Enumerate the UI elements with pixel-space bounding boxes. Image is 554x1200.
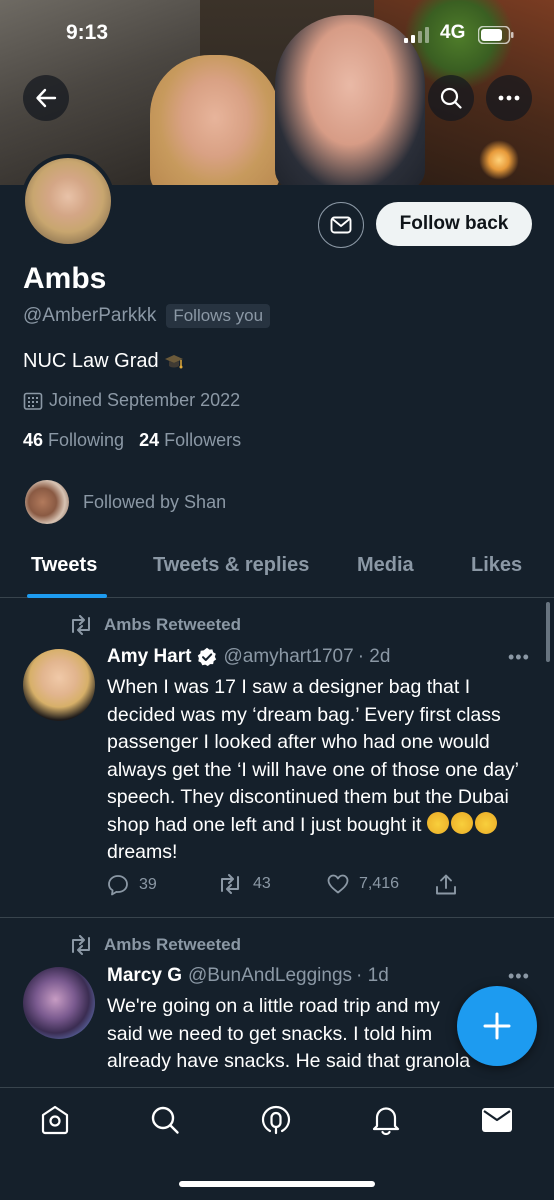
profile-handle: @AmberParkkk (23, 305, 157, 326)
tweet-text-line: already have snacks. He said that granol… (107, 1050, 471, 1072)
tweet-author-name[interactable]: Amy Hart (107, 646, 191, 668)
follow-stats: 46 Following 24 Followers (23, 430, 256, 451)
envelope-icon (482, 1108, 512, 1132)
like-count: 7,416 (359, 875, 400, 892)
tweet-author-avatar[interactable] (23, 967, 95, 1039)
tab-tweets[interactable]: Tweets (31, 554, 97, 577)
tab-media[interactable]: Media (357, 554, 414, 577)
nav-search[interactable] (147, 1102, 183, 1138)
nav-notifications[interactable] (368, 1102, 404, 1138)
nav-home[interactable] (37, 1102, 73, 1138)
tweet-text: When I was 17 I saw a designer bag that … (107, 674, 527, 867)
verified-badge-icon (198, 647, 217, 666)
share-button[interactable] (435, 874, 457, 896)
tweet-author-handle[interactable]: @amyhart1707 (223, 646, 353, 668)
banner-photo-lamp (479, 140, 519, 180)
tweet-author-avatar[interactable] (23, 649, 95, 721)
star-struck-emoji (426, 811, 499, 836)
retweet-context-text: Ambs Retweeted (104, 935, 241, 954)
followed-by-row[interactable]: Followed by Shan (25, 480, 226, 524)
graduation-cap-icon (164, 354, 183, 368)
like-button[interactable]: 7,416 (327, 874, 399, 894)
followed-by-text: Followed by Shan (83, 491, 227, 512)
home-icon (41, 1105, 69, 1135)
reply-button[interactable]: 39 (107, 874, 157, 896)
more-options-button[interactable] (486, 75, 532, 121)
home-indicator[interactable] (179, 1181, 375, 1187)
tweet-more-button[interactable]: ••• (508, 966, 530, 987)
status-time: 9:13 (66, 21, 109, 44)
following-count: 46 (23, 430, 44, 450)
tweet-more-button[interactable]: ••• (508, 647, 530, 668)
followers-label: Followers (164, 430, 242, 450)
retweet-icon (72, 935, 90, 955)
compose-tweet-button[interactable] (457, 986, 537, 1066)
tweet-header: Marcy G @BunAndLeggings · 1d (107, 965, 389, 987)
back-arrow-icon (36, 88, 57, 108)
retweet-icon (72, 615, 90, 635)
joined-text: Joined September 2022 (49, 390, 241, 410)
followers-link[interactable]: 24 Followers (139, 430, 241, 451)
followers-count: 24 (139, 430, 160, 450)
follow-back-button[interactable]: Follow back (376, 202, 532, 246)
spaces-icon (261, 1105, 291, 1135)
plus-icon (483, 1012, 511, 1040)
retweet-button[interactable]: 43 (217, 874, 271, 894)
bio-text: NUC Law Grad (23, 350, 159, 372)
profile-bio: NUC Law Grad (23, 350, 185, 373)
tweet-author-name[interactable]: Marcy G (107, 965, 182, 987)
tweet-actions: 39 43 7,416 (107, 874, 467, 902)
tweet-header: Amy Hart @amyhart1707 · 2d (107, 646, 390, 668)
share-icon (436, 874, 456, 895)
bell-icon (372, 1107, 400, 1136)
search-button[interactable] (428, 75, 474, 121)
profile-tabs: Tweets Tweets & replies Media Likes (0, 540, 554, 598)
more-icon (498, 95, 520, 101)
retweet-icon (221, 874, 239, 894)
battery-icon (478, 26, 514, 44)
tweet-timestamp: · 2d (357, 646, 391, 667)
retweet-context: Ambs Retweeted (68, 935, 241, 955)
envelope-icon (330, 216, 352, 234)
search-icon (151, 1106, 179, 1134)
tab-likes[interactable]: Likes (471, 554, 522, 577)
tweet[interactable]: Ambs Retweeted Amy Hart @amyhart1707 · 2… (0, 599, 554, 919)
retweet-context-text: Ambs Retweeted (104, 615, 241, 634)
back-button[interactable] (23, 75, 69, 121)
message-button[interactable] (318, 202, 364, 248)
scrollbar[interactable] (546, 602, 550, 662)
tweet-timestamp: · 1d (356, 965, 389, 986)
handle-row: @AmberParkkk Follows you (23, 304, 271, 328)
retweet-count: 43 (253, 875, 271, 892)
joined-date: Joined September 2022 (23, 390, 240, 411)
followed-by-avatar (25, 480, 69, 524)
reply-count: 39 (139, 876, 157, 893)
heart-icon (327, 874, 349, 894)
network-type: 4G (440, 22, 466, 43)
signal-icon (404, 27, 429, 43)
nav-spaces[interactable] (258, 1102, 294, 1138)
search-icon (440, 87, 462, 109)
profile-display-name: Ambs (23, 262, 107, 295)
active-tab-indicator (27, 594, 107, 598)
calendar-icon (23, 392, 43, 410)
tweet-text-end: dreams! (107, 841, 178, 863)
status-bar: 9:13 4G (0, 18, 554, 54)
retweet-context: Ambs Retweeted (68, 615, 241, 635)
following-link[interactable]: 46 Following (23, 430, 124, 451)
tweet-text-main: When I was 17 I saw a designer bag that … (107, 676, 519, 836)
follows-you-badge: Follows you (166, 304, 271, 328)
profile-avatar[interactable] (21, 154, 115, 248)
tweet-divider (0, 917, 554, 918)
following-label: Following (48, 430, 125, 450)
banner-photo-person (150, 55, 280, 185)
reply-icon (108, 875, 128, 896)
tweet-author-handle[interactable]: @BunAndLeggings (188, 965, 352, 987)
nav-messages[interactable] (479, 1102, 515, 1138)
tab-tweets-and-replies[interactable]: Tweets & replies (153, 554, 309, 577)
